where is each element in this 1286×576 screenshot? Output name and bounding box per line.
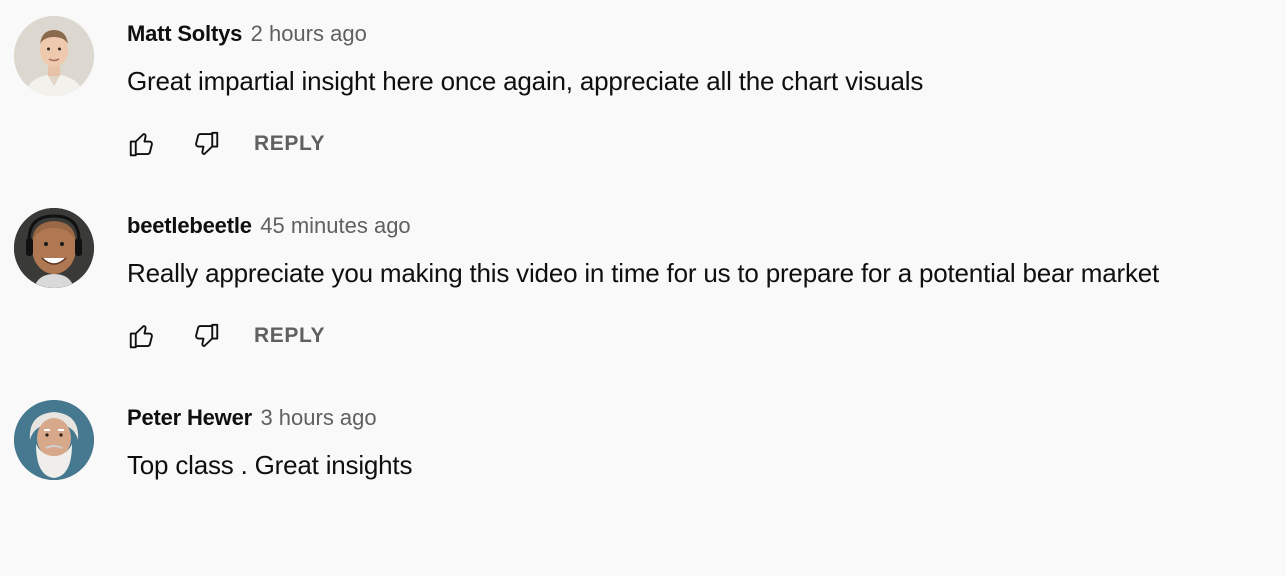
like-button[interactable]: [122, 124, 162, 164]
comment-text: Top class . Great insights: [127, 450, 413, 480]
comment-header: Matt Soltys 2 hours ago: [127, 20, 367, 48]
thumbs-up-icon: [129, 133, 153, 157]
thumbs-up-icon: [129, 325, 153, 349]
reply-button[interactable]: REPLY: [250, 124, 329, 164]
user-avatar-icon: [14, 400, 94, 480]
thumbs-down-icon: [195, 131, 219, 155]
comment-actions: REPLY: [122, 316, 329, 356]
comment-author[interactable]: Matt Soltys: [127, 21, 242, 46]
dislike-button[interactable]: [186, 316, 226, 356]
comment-timestamp[interactable]: 45 minutes ago: [260, 213, 410, 238]
avatar[interactable]: [14, 16, 94, 96]
dislike-button[interactable]: [186, 124, 226, 164]
like-button[interactable]: [122, 316, 162, 356]
comment-item: Matt Soltys 2 hours ago Great impartial …: [0, 0, 1286, 192]
comment-item: Peter Hewer 3 hours ago Top class . Grea…: [0, 384, 1286, 576]
comment-text: Great impartial insight here once again,…: [127, 66, 924, 96]
user-avatar-icon: [14, 208, 94, 288]
comment-timestamp[interactable]: 2 hours ago: [251, 21, 367, 46]
comment-actions: REPLY: [122, 124, 329, 164]
comment-item: beetlebeetle 45 minutes ago Really appre…: [0, 192, 1286, 384]
thumbs-down-icon: [195, 323, 219, 347]
comment-header: Peter Hewer 3 hours ago: [127, 404, 377, 432]
avatar[interactable]: [14, 208, 94, 288]
comment-text: Really appreciate you making this video …: [127, 258, 1160, 288]
user-avatar-icon: [14, 16, 94, 96]
reply-button[interactable]: REPLY: [250, 316, 329, 356]
comment-author[interactable]: beetlebeetle: [127, 213, 252, 238]
comment-header: beetlebeetle 45 minutes ago: [127, 212, 411, 240]
comment-timestamp[interactable]: 3 hours ago: [260, 405, 376, 430]
avatar[interactable]: [14, 400, 94, 480]
comment-author[interactable]: Peter Hewer: [127, 405, 252, 430]
